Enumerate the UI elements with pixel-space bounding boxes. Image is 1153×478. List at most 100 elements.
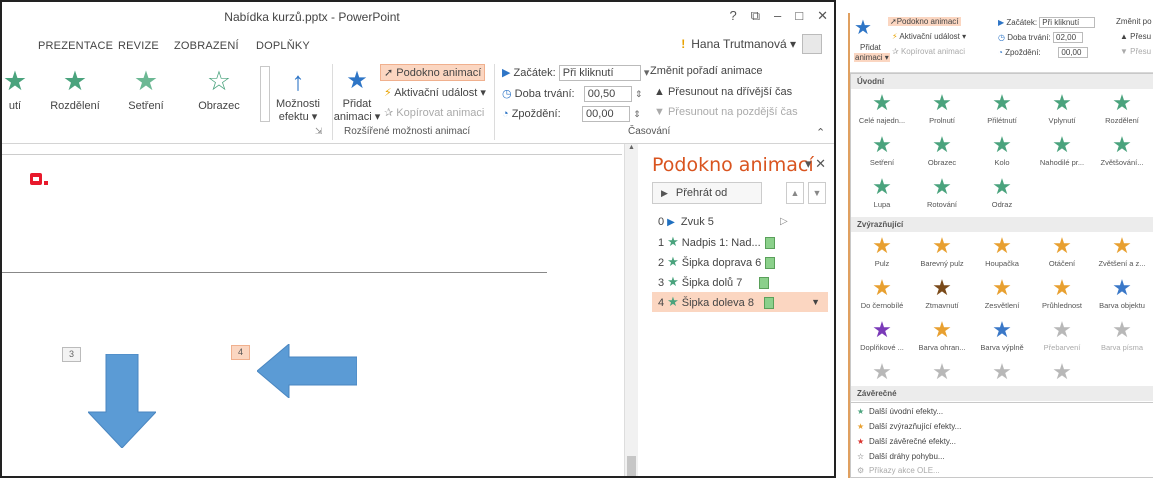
animation-tag-4[interactable]: 4 bbox=[231, 345, 250, 360]
animation-pane-button[interactable]: ➚ Podokno animací bbox=[380, 64, 486, 81]
timing-bar[interactable] bbox=[765, 257, 776, 270]
effect-rozdeleni[interactable]: ★ Rozdělení bbox=[44, 66, 106, 112]
scroll-up-icon[interactable]: ▲ bbox=[628, 144, 635, 151]
animation-tag-3[interactable]: 3 bbox=[62, 347, 81, 362]
chevron-down-icon[interactable]: ▾ bbox=[644, 67, 650, 79]
more-exit-effects[interactable]: ★ Další závěrečné efekty... bbox=[857, 437, 956, 446]
emphasis-effect-6[interactable]: ★ Ztmavnutí bbox=[915, 277, 969, 311]
emphasis-effect-7[interactable]: ★ Zesvětlení bbox=[975, 277, 1029, 311]
close-icon[interactable]: ✕ bbox=[817, 8, 828, 24]
emphasis-effect-11[interactable]: ★ Barva ohran... bbox=[915, 319, 969, 353]
user-name[interactable]: Hana Trutmanová ▾ bbox=[691, 37, 796, 51]
entrance-effect-8[interactable]: ★ Nahodilé pr... bbox=[1035, 134, 1089, 168]
move-down-icon[interactable]: ▼ bbox=[808, 182, 826, 204]
more-entrance-effects[interactable]: ★ Další úvodní efekty... bbox=[857, 407, 943, 416]
slide-canvas[interactable]: 3 4 bbox=[2, 144, 622, 476]
emphasis-effect-5[interactable]: ★ Do černobílé bbox=[855, 275, 909, 311]
dialog-launcher-icon[interactable]: ⇲ bbox=[315, 126, 323, 137]
entrance-effect-7[interactable]: ★ Kolo bbox=[975, 134, 1029, 168]
tab-prezentace[interactable]: PREZENTACE bbox=[38, 40, 113, 52]
emphasis-effect-10[interactable]: ★ Doplňkové ... bbox=[855, 319, 909, 353]
move-later-button[interactable]: ▼ Přesu bbox=[1120, 47, 1151, 56]
pane-controls[interactable]: ▾ ✕ bbox=[805, 156, 826, 172]
arrow-down-shape[interactable] bbox=[88, 354, 156, 448]
collapse-ribbon-icon[interactable]: ⌃ bbox=[816, 126, 825, 139]
minimize-icon[interactable]: – bbox=[774, 8, 781, 24]
delay-input[interactable]: 00,00 bbox=[1058, 47, 1089, 58]
entrance-effect-4[interactable]: ★ Rozdělení bbox=[1095, 92, 1149, 126]
play-from-button[interactable]: ▶ Přehrát od bbox=[652, 182, 762, 204]
emphasis-effect-2[interactable]: ★ Houpačka bbox=[975, 235, 1029, 269]
entrance-effect-1[interactable]: ★ Prolnutí bbox=[915, 92, 969, 126]
play-icon: ▶ bbox=[661, 188, 668, 198]
animation-pane-button[interactable]: ➚Podokno animací bbox=[888, 17, 961, 26]
timing-bar[interactable] bbox=[764, 297, 775, 310]
timing-bar[interactable] bbox=[758, 277, 769, 290]
emphasis-effect-14[interactable]: ★ Barva písma bbox=[1095, 319, 1149, 353]
move-earlier-button[interactable]: ▲ Přesu bbox=[1120, 32, 1151, 41]
user-account[interactable]: ! Hana Trutmanová ▾ bbox=[681, 34, 822, 54]
emphasis-effect-13[interactable]: ★ Přebarvení bbox=[1035, 319, 1089, 353]
ribbon-display-icon[interactable]: ⧉ bbox=[751, 8, 760, 24]
animation-item-3[interactable]: 3 ★ Šipka dolů 7 bbox=[652, 272, 828, 292]
entrance-effect-11[interactable]: ★ Rotování bbox=[915, 176, 969, 210]
emphasis-effect-9[interactable]: ★ Barva objektu bbox=[1095, 277, 1149, 311]
add-animation-button[interactable]: ★ Přidat animaci ▾ bbox=[332, 66, 382, 123]
trigger-button[interactable]: ⚡ Aktivační událost ▾ bbox=[384, 86, 486, 99]
add-animation-label2[interactable]: animaci ▾ bbox=[854, 53, 890, 62]
move-earlier-button[interactable]: ▲ Přesunout na dřívější čas bbox=[654, 86, 792, 98]
animation-item-4[interactable]: 4 ★ Šipka doleva 8 ▼ bbox=[652, 292, 828, 312]
trigger-button[interactable]: ⚡ Aktivační událost ▾ bbox=[892, 32, 966, 41]
ole-action-verbs[interactable]: ⚙ Příkazy akce OLE... bbox=[857, 466, 940, 475]
start-select[interactable]: Při kliknutí bbox=[1039, 17, 1096, 28]
star-icon: ★ bbox=[872, 275, 892, 300]
restore-icon[interactable]: □ bbox=[795, 8, 803, 24]
reorder-arrows: ▲ ▼ bbox=[786, 182, 826, 204]
emphasis-effect-8[interactable]: ★ Průhlednost bbox=[1035, 277, 1089, 311]
more-emphasis-effects[interactable]: ★ Další zvýrazňující efekty... bbox=[857, 422, 961, 431]
tab-doplnky[interactable]: DOPLŇKY bbox=[256, 40, 310, 52]
delay-input[interactable]: 00,00 bbox=[582, 106, 631, 122]
avatar[interactable] bbox=[802, 34, 822, 54]
painter-button[interactable]: ✰ Kopírovat animaci bbox=[892, 47, 965, 56]
duration-input[interactable]: 02,00 bbox=[1053, 32, 1084, 43]
entrance-effect-12[interactable]: ★ Odraz bbox=[975, 176, 1029, 210]
emphasis-effect-4[interactable]: ★ Zvětšení a z... bbox=[1095, 235, 1149, 269]
effect-obrazec[interactable]: ☆ Obrazec bbox=[188, 66, 250, 112]
animation-item-1[interactable]: 1 ★ Nadpis 1: Nad... bbox=[652, 232, 828, 252]
tab-zobrazeni[interactable]: ZOBRAZENÍ bbox=[174, 40, 239, 52]
entrance-effect-9[interactable]: ★ Zvětšování... bbox=[1095, 134, 1149, 168]
timing-bar[interactable] bbox=[764, 237, 775, 250]
arrow-left-shape[interactable] bbox=[257, 344, 357, 398]
entrance-effect-0[interactable]: ★ Celé najedn... bbox=[855, 92, 909, 126]
entrance-effect-2[interactable]: ★ Přilétnutí bbox=[975, 92, 1029, 126]
effect-partial[interactable]: ★ utí bbox=[2, 66, 46, 112]
move-later-button[interactable]: ▼ Přesunout na pozdější čas bbox=[654, 106, 798, 118]
entrance-effect-10[interactable]: ★ Lupa bbox=[855, 176, 909, 210]
slide-scrollbar[interactable]: ▲ bbox=[624, 144, 638, 476]
more-motion-paths[interactable]: ☆ Další dráhy pohybu... bbox=[857, 452, 945, 461]
effect-options-button[interactable]: ↑ Možnosti efektu ▾ bbox=[268, 66, 328, 123]
add-animation-label[interactable]: Přidat bbox=[860, 43, 881, 52]
duration-input[interactable]: 00,50 bbox=[583, 86, 632, 102]
emphasis-effect-0[interactable]: ★ Pulz bbox=[855, 235, 909, 269]
spinner-icon[interactable]: ⇕ bbox=[635, 89, 643, 99]
entrance-effect-3[interactable]: ★ Vplynutí bbox=[1035, 92, 1089, 126]
animation-item-0[interactable]: 0 ▶ Zvuk 5 ▷ bbox=[652, 212, 828, 232]
entrance-effect-5[interactable]: ★ Setření bbox=[855, 134, 909, 168]
spinner-icon[interactable]: ⇕ bbox=[633, 109, 641, 119]
start-select[interactable]: Při kliknutí bbox=[558, 65, 641, 81]
help-icon[interactable]: ? bbox=[729, 8, 736, 24]
emphasis-effect-3[interactable]: ★ Otáčení bbox=[1035, 235, 1089, 269]
chevron-down-icon[interactable]: ▼ bbox=[811, 292, 820, 312]
entrance-effect-6[interactable]: ★ Obrazec bbox=[915, 134, 969, 168]
emphasis-effect-1[interactable]: ★ Barevný pulz bbox=[915, 235, 969, 269]
effect-setreni[interactable]: ★ Setření bbox=[115, 66, 177, 112]
duration-row: ◷ Doba trvání: 02,00 bbox=[998, 32, 1084, 43]
scrollbar-thumb[interactable] bbox=[627, 456, 636, 476]
emphasis-effect-12[interactable]: ★ Barva výplně bbox=[975, 319, 1029, 353]
animation-item-2[interactable]: 2 ★ Šipka doprava 6 bbox=[652, 252, 828, 272]
move-up-icon[interactable]: ▲ bbox=[786, 182, 804, 204]
animation-painter-button[interactable]: ✰ Kopírovat animaci bbox=[384, 106, 484, 119]
tab-revize[interactable]: REVIZE bbox=[118, 40, 159, 52]
